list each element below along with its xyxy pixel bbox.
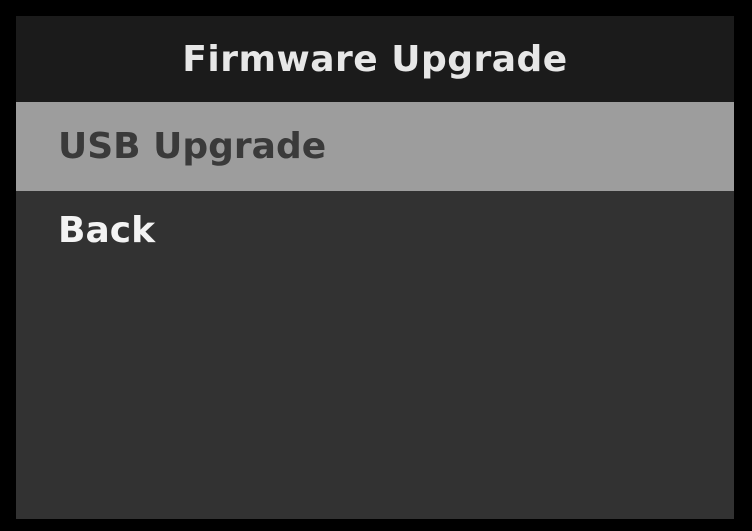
menu-item-back[interactable]: Back: [16, 191, 734, 269]
firmware-upgrade-screen: Firmware Upgrade USB Upgrade Back: [16, 16, 734, 519]
menu-item-usb-upgrade[interactable]: USB Upgrade: [16, 102, 734, 191]
menu-list: USB Upgrade Back: [16, 102, 734, 519]
title-bar: Firmware Upgrade: [16, 16, 734, 102]
page-title: Firmware Upgrade: [182, 38, 568, 80]
device-screen-frame: Firmware Upgrade USB Upgrade Back: [0, 0, 752, 531]
